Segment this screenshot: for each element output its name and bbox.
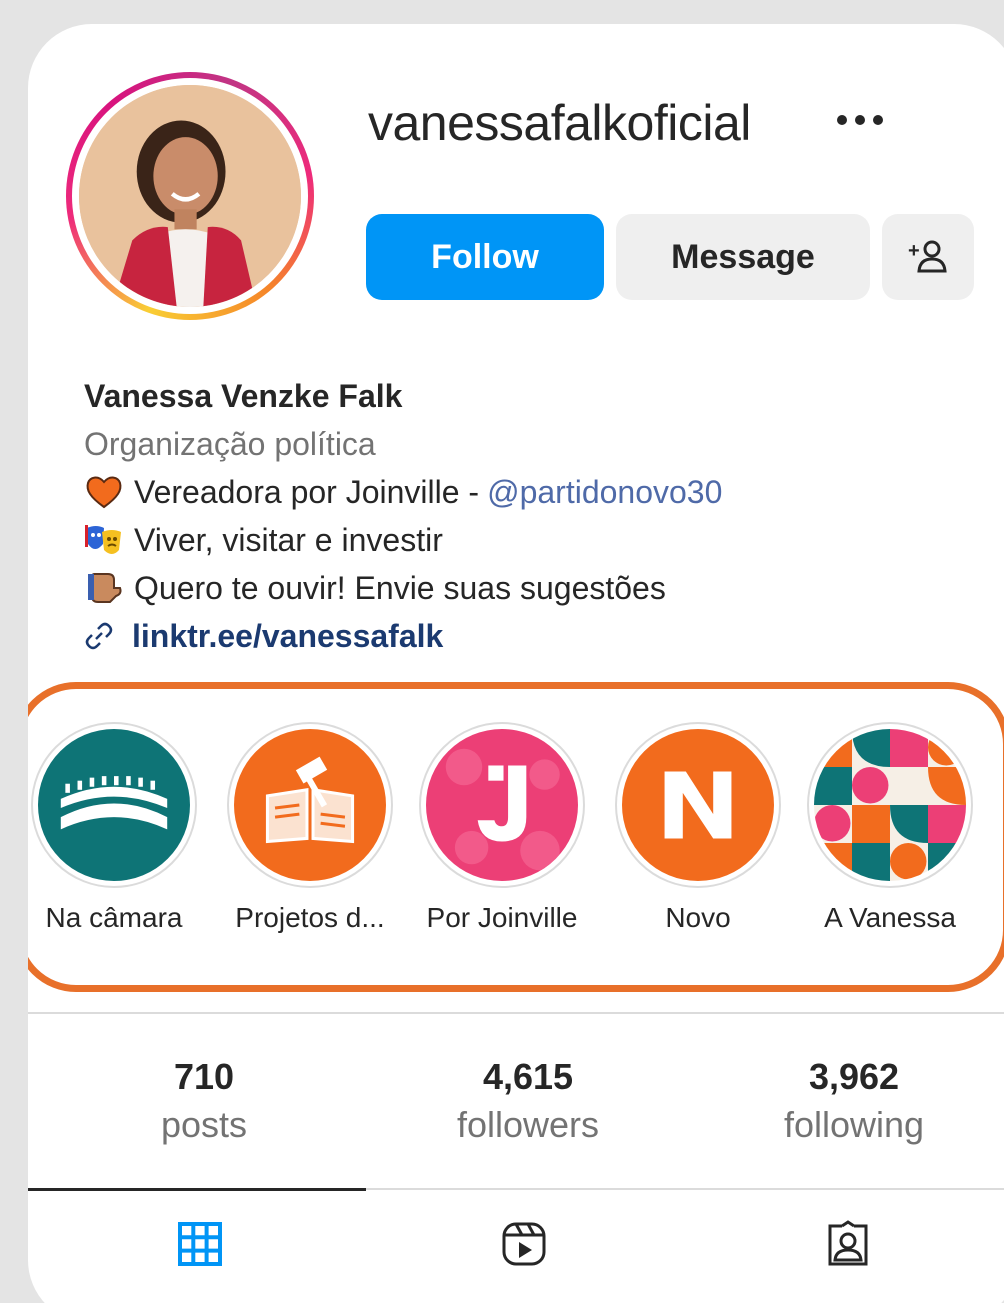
highlight-label: Por Joinville (426, 902, 578, 933)
avatar (79, 85, 301, 307)
highlight-cover (622, 729, 774, 881)
followers-label: followers (456, 1104, 600, 1145)
stat-posts: 710 posts (54, 1054, 354, 1150)
highlight-projetos[interactable]: Projetos d... (224, 722, 396, 934)
grid-icon (176, 1220, 224, 1268)
highlight-cover (38, 729, 190, 881)
highlight-label: A Vanessa (824, 902, 956, 933)
highlight-cover (814, 729, 966, 881)
more-horizontal-icon[interactable] (830, 100, 890, 140)
stat-following[interactable]: 3,962 following (704, 1054, 1004, 1150)
bio-line-3: Quero te ouvir! Envie suas sugestões (84, 564, 984, 612)
divider (28, 1012, 1004, 1014)
stat-followers[interactable]: 4,615 followers (378, 1054, 678, 1150)
bio-line-1: Vereadora por Joinville - @partidonovo30 (84, 468, 984, 516)
message-button[interactable]: Message (616, 214, 870, 300)
external-link[interactable]: linktr.ee/vanessafalk (84, 612, 984, 660)
link-icon (84, 621, 114, 651)
highlight-a-vanessa[interactable]: A Vanessa (804, 722, 976, 934)
posts-label: posts (160, 1104, 248, 1145)
bio-text: Vereadora por Joinville - (134, 474, 480, 510)
following-count: 3,962 (808, 1056, 900, 1097)
highlight-label: Novo (665, 902, 731, 933)
tab-reels[interactable] (500, 1220, 548, 1268)
profile-card: vanessafalkoficial Follow Message + Vane… (28, 24, 1004, 1303)
suggested-users-button[interactable]: + (882, 214, 974, 300)
bio-line-2: Viver, visitar e investir (84, 516, 984, 564)
highlight-label: Projetos d... (235, 902, 385, 933)
highlight-cover (426, 729, 578, 881)
tagged-icon (824, 1220, 872, 1268)
reels-icon (500, 1220, 548, 1268)
follow-button[interactable]: Follow (366, 214, 604, 300)
following-label: following (783, 1104, 925, 1145)
highlight-label: Na câmara (45, 902, 183, 933)
tab-tagged[interactable] (824, 1220, 872, 1268)
category-label: Organização política (84, 426, 376, 462)
highlight-novo[interactable]: Novo (612, 722, 784, 934)
link-text: linktr.ee/vanessafalk (132, 618, 444, 654)
bio-section: Vanessa Venzke Falk Organização política… (84, 372, 984, 660)
followers-count: 4,615 (482, 1056, 574, 1097)
svg-text:+: + (908, 240, 920, 262)
tab-posts[interactable] (176, 1220, 224, 1268)
bio-text: Viver, visitar e investir (134, 522, 443, 558)
highlight-cover (234, 729, 386, 881)
posts-count: 710 (173, 1056, 235, 1097)
story-ring[interactable] (66, 72, 314, 320)
performing-arts-icon (84, 520, 124, 560)
pointing-down-icon (84, 568, 124, 608)
active-tab-indicator (28, 1188, 366, 1191)
highlight-na-camara[interactable]: Na câmara (28, 722, 200, 934)
highlight-por-joinville[interactable]: Por Joinville (416, 722, 588, 934)
username: vanessafalkoficial (368, 95, 751, 151)
bio-text: Quero te ouvir! Envie suas sugestões (134, 570, 666, 606)
add-person-icon: + (906, 235, 950, 279)
mention-link[interactable]: @partidonovo30 (487, 468, 722, 516)
orange-heart-icon (84, 472, 124, 512)
full-name: Vanessa Venzke Falk (84, 378, 403, 414)
